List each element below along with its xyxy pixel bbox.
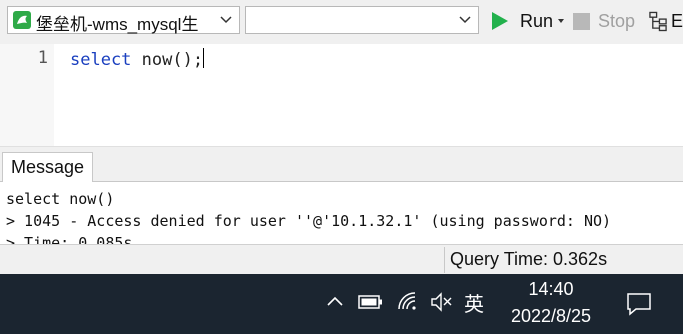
message-output: select now() > 1045 - Access denied for … [0, 182, 683, 244]
message-line: > 1045 - Access denied for user ''@'10.1… [6, 212, 612, 230]
notification-center-icon[interactable] [626, 292, 652, 316]
message-line: select now() [6, 190, 115, 208]
status-bar: Query Time: 0.362s [0, 244, 683, 274]
mysql-connection-icon [13, 11, 31, 29]
query-toolbar: 堡垒机-wms_mysql生 Run Stop E [0, 0, 683, 44]
stop-button[interactable]: Stop [573, 8, 635, 34]
taskbar: 英 14:40 2022/8/25 [0, 274, 683, 334]
sql-expression: now(); [131, 50, 204, 70]
stop-button-label: Stop [598, 10, 636, 31]
connection-select[interactable]: 堡垒机-wms_mysql生 [7, 6, 240, 34]
sql-editor[interactable]: 1 select now(); [0, 44, 683, 146]
connection-select-value: 堡垒机-wms_mysql生 [36, 15, 199, 34]
run-button-label: Run [520, 10, 554, 31]
wifi-icon[interactable] [396, 290, 418, 312]
line-number-gutter: 1 [0, 44, 54, 146]
play-icon [492, 12, 508, 30]
clock-time[interactable]: 14:40 [522, 279, 580, 300]
sql-keyword: select [70, 50, 132, 70]
chevron-down-icon[interactable] [219, 13, 233, 27]
explain-button-label: E [670, 10, 683, 31]
volume-muted-icon[interactable] [430, 292, 452, 312]
result-tabstrip: Message [0, 150, 683, 182]
input-method-indicator[interactable]: 英 [464, 288, 484, 317]
battery-icon[interactable] [358, 294, 384, 310]
chevron-up-icon[interactable] [325, 294, 345, 308]
explain-tree-icon [649, 11, 667, 32]
run-button[interactable]: Run [489, 8, 565, 34]
explain-button[interactable]: E [649, 8, 683, 34]
tab-message[interactable]: Message [2, 152, 94, 182]
message-line: > Time: 0.085s [6, 234, 133, 244]
text-cursor [203, 48, 205, 68]
clock-date[interactable]: 2022/8/25 [501, 306, 601, 327]
line-number: 1 [37, 48, 48, 68]
run-dropdown-icon[interactable] [558, 19, 565, 23]
query-time: Query Time: 0.362s [450, 249, 608, 269]
database-select[interactable] [245, 6, 479, 34]
sql-code-line[interactable]: select now(); [70, 48, 205, 70]
status-divider [444, 247, 445, 273]
chevron-down-icon[interactable] [458, 13, 472, 27]
stop-icon [573, 12, 590, 30]
